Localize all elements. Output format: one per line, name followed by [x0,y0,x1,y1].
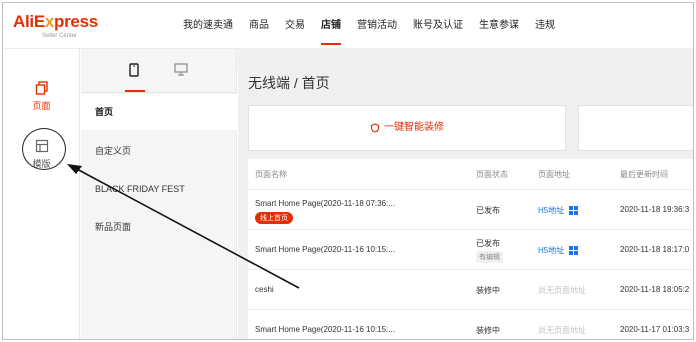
rail-item-pages[interactable]: 页面 [3,81,80,112]
screenshot-frame: WuKe AliExpress Seller Center 我的速卖通 商品 交… [2,2,694,340]
col-header-address: 页面地址 [538,170,570,179]
mobile-icon[interactable] [129,63,139,77]
row-status: 已发布 [476,206,500,215]
pages-table: 页面名称 页面状态 页面地址 最后更新时间 Smart Home Page(20… [248,159,693,339]
col-header-updated: 最后更新时间 [620,170,668,179]
page-item-home[interactable]: 首页 [81,94,237,130]
edited-badge: 有编辑 [476,251,503,263]
row-address: 尚无页面地址 [538,326,586,335]
row-updated: 2020-11-18 18:05:2 [620,285,690,294]
nav-item-orders[interactable]: 交易 [285,3,305,49]
row-name[interactable]: Smart Home Page(2020-11-18 07:36:... [255,199,395,208]
row-updated: 2020-11-18 19:36:3 [620,205,690,214]
nav-item-violations[interactable]: 违规 [535,3,555,49]
row-name[interactable]: Smart Home Page(2020-11-16 10:15:... [255,325,395,334]
desktop-icon[interactable] [174,63,188,76]
qr-code-icon[interactable] [569,246,579,256]
rail-pages-label: 页面 [32,101,51,111]
top-bar: AliExpress Seller Center 我的速卖通 商品 交易 店铺 … [3,3,693,49]
live-homepage-badge: 线上首页 [255,212,293,224]
nav-item-business-advisor[interactable]: 生意参谋 [479,3,519,49]
row-name[interactable]: ceshi [255,285,274,294]
page-list-panel: 首页 自定义页 BLACK FRIDAY FEST 新品页面 [81,49,237,339]
nav-item-marketing[interactable]: 营销活动 [357,3,397,49]
magic-shield-icon [370,123,380,133]
table-row[interactable]: Smart Home Page(2020-11-16 10:15:... 装修中… [248,309,693,339]
nav-item-products[interactable]: 商品 [249,3,269,49]
row-address[interactable]: H5地址 [538,205,579,216]
nav-item-store[interactable]: 店铺 [321,3,341,49]
ai-decorate-label: 一键智能装修 [384,122,444,133]
table-row[interactable]: Smart Home Page(2020-11-16 10:15:... 已发布… [248,229,693,269]
main-nav: 我的速卖通 商品 交易 店铺 营销活动 账号及认证 生意参谋 违规 [183,3,571,49]
table-row[interactable]: Smart Home Page(2020-11-18 07:36:... 线上首… [248,189,693,229]
row-updated: 2020-11-17 01:03:3 [620,325,690,334]
page-item-black-friday[interactable]: BLACK FRIDAY FEST [81,171,237,207]
row-status: 装修中 [476,326,500,335]
main-content: 无线端 / 首页 一键智能装修 页面名称 页面状态 页面地址 最后更新时间 Sm… [238,49,693,339]
device-switcher [81,49,237,93]
qr-code-icon[interactable] [569,206,579,216]
device-tab-indicator [125,90,145,92]
page-item-custom[interactable]: 自定义页 [81,133,237,169]
nav-item-account[interactable]: 账号及认证 [413,3,463,49]
row-name[interactable]: Smart Home Page(2020-11-16 10:15:... [255,245,395,254]
pages-icon [35,81,48,95]
row-address[interactable]: H5地址 [538,245,579,256]
table-row[interactable]: ceshi 装修中 尚无页面地址 2020-11-18 18:05:2 [248,269,693,309]
ai-decorate-button[interactable]: 一键智能装修 [248,105,566,151]
secondary-card[interactable] [578,105,693,151]
row-address: 尚无页面地址 [538,286,586,295]
row-status: 已发布 [476,239,500,248]
logo-subtitle: Seller Center [42,33,78,39]
col-header-status: 页面状态 [476,170,508,179]
row-updated: 2020-11-18 18:17:0 [620,245,690,254]
breadcrumb: 无线端 / 首页 [248,75,330,91]
left-rail: 页面 模版 [3,49,80,339]
page-item-new-products[interactable]: 新品页面 [81,209,237,245]
aliexpress-logo[interactable]: AliExpress Seller Center [13,12,98,39]
col-header-name: 页面名称 [255,170,287,179]
nav-item-my-aliexpress[interactable]: 我的速卖通 [183,3,233,49]
row-status: 装修中 [476,286,500,295]
highlight-circle [22,128,66,170]
